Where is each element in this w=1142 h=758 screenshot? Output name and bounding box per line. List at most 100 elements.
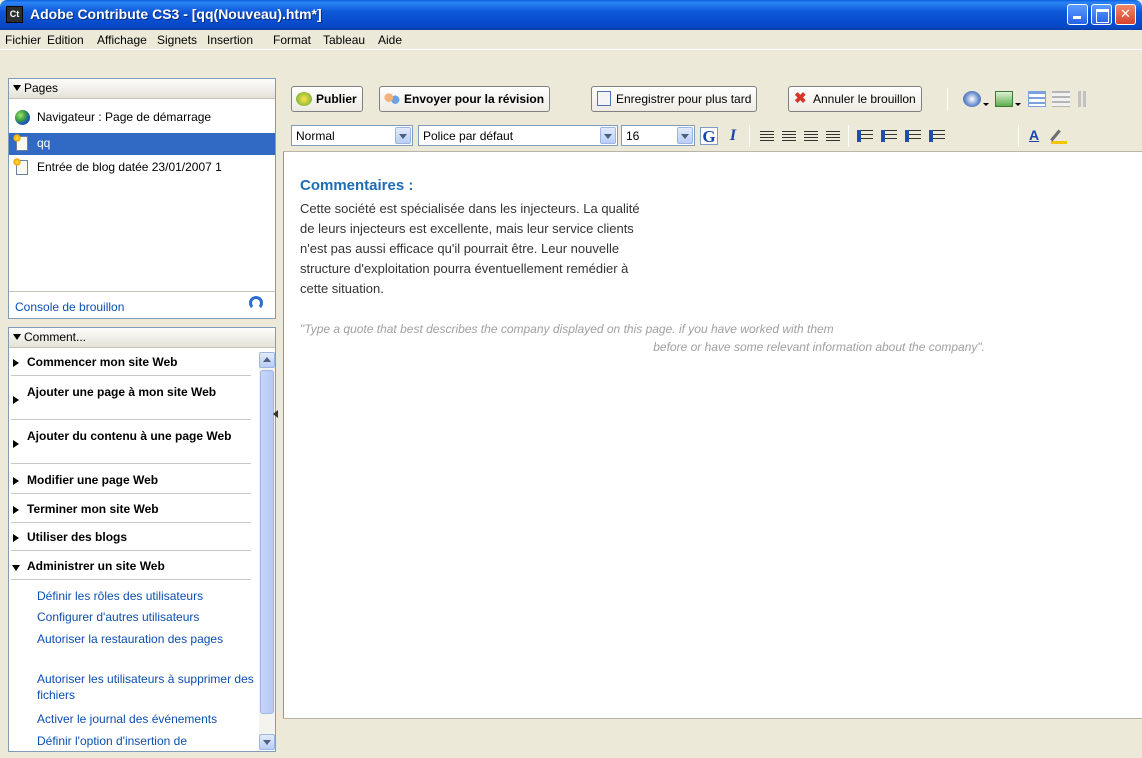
numbered-list-icon[interactable] bbox=[857, 130, 873, 142]
how-section-blogs[interactable]: Utiliser des blogs bbox=[11, 530, 251, 551]
paragraph-style-value: Normal bbox=[296, 129, 335, 143]
section-label: Commencer mon site Web bbox=[27, 355, 178, 369]
link-allow-restore[interactable]: Autoriser la restauration des pages bbox=[37, 631, 257, 647]
save-icon bbox=[597, 91, 611, 106]
quote-line: before or have some relevant information… bbox=[653, 340, 985, 354]
publish-button[interactable]: Publier bbox=[291, 86, 363, 112]
cancel-draft-label: Annuler le brouillon bbox=[813, 92, 916, 106]
highlight-icon[interactable] bbox=[1051, 128, 1067, 144]
expand-arrow-icon bbox=[13, 440, 19, 448]
menu-edition[interactable]: Edition bbox=[47, 33, 84, 47]
bold-button[interactable]: G bbox=[700, 127, 718, 146]
page-item-label: Entrée de blog datée 23/01/2007 1 bbox=[37, 160, 222, 174]
scroll-down-arrow-icon[interactable] bbox=[259, 734, 275, 750]
paragraph-style-select[interactable]: Normal bbox=[291, 125, 413, 146]
new-page-icon bbox=[13, 134, 28, 151]
link-configure-users[interactable]: Configurer d'autres utilisateurs bbox=[37, 609, 257, 625]
how-section-administer[interactable]: Administrer un site Web bbox=[11, 559, 251, 580]
bullet-list-icon[interactable] bbox=[881, 130, 897, 142]
dropdown-arrow-icon[interactable] bbox=[983, 103, 989, 106]
justify-icon[interactable] bbox=[826, 131, 840, 142]
link-define-roles[interactable]: Définir les rôles des utilisateurs bbox=[37, 588, 257, 604]
section-label: Modifier une page Web bbox=[27, 473, 159, 487]
insert-image-icon[interactable] bbox=[995, 91, 1013, 107]
paragraph-line: de leurs injecteurs est excellente, mais… bbox=[300, 221, 634, 236]
format-toolbar: Normal Police par défaut 16 G I A bbox=[283, 120, 1142, 152]
align-right-icon[interactable] bbox=[804, 131, 818, 142]
globe-icon bbox=[15, 110, 30, 125]
insert-table-icon[interactable] bbox=[1028, 91, 1046, 107]
link-allow-delete[interactable]: Autoriser les utilisateurs à supprimer d… bbox=[37, 671, 257, 703]
table-row-icon bbox=[1052, 91, 1070, 107]
maximize-button[interactable] bbox=[1091, 4, 1112, 25]
text-color-icon[interactable]: A bbox=[1029, 127, 1039, 143]
align-left-icon[interactable] bbox=[760, 131, 774, 142]
menu-fichier[interactable]: Fichier bbox=[5, 33, 41, 47]
pages-panel-header[interactable]: Pages bbox=[9, 79, 275, 99]
send-review-label: Envoyer pour la révision bbox=[404, 92, 545, 106]
chevron-down-icon[interactable] bbox=[600, 127, 616, 144]
section-label: Ajouter du contenu à une page Web bbox=[27, 429, 232, 443]
send-review-button[interactable]: Envoyer pour la révision bbox=[379, 86, 551, 112]
how-to-panel-header[interactable]: Comment... bbox=[9, 328, 275, 348]
status-bar bbox=[283, 718, 1142, 758]
page-item-qq[interactable]: qq bbox=[9, 133, 275, 155]
how-section-edit-page[interactable]: Modifier une page Web bbox=[11, 473, 251, 494]
outdent-icon[interactable] bbox=[905, 130, 921, 142]
chevron-down-icon[interactable] bbox=[395, 127, 411, 144]
link-icon[interactable] bbox=[963, 91, 981, 107]
document-heading: Commentaires : bbox=[300, 177, 414, 194]
refresh-icon[interactable] bbox=[249, 296, 263, 310]
cancel-draft-button[interactable]: ✖ Annuler le brouillon bbox=[788, 86, 922, 112]
draft-console-link[interactable]: Console de brouillon bbox=[15, 300, 124, 314]
indent-icon[interactable] bbox=[929, 130, 945, 142]
document-editor[interactable]: Commentaires : Cette société est spécial… bbox=[283, 152, 1142, 718]
collapse-arrow-icon bbox=[12, 565, 20, 571]
font-select[interactable]: Police par défaut bbox=[418, 125, 618, 146]
menu-tableau[interactable]: Tableau bbox=[323, 33, 365, 47]
chevron-down-icon[interactable] bbox=[677, 127, 693, 144]
publish-label: Publier bbox=[316, 92, 357, 106]
menu-insertion[interactable]: Insertion bbox=[207, 33, 253, 47]
pages-panel-title: Pages bbox=[24, 81, 59, 95]
expand-arrow-icon bbox=[13, 359, 19, 367]
scroll-up-arrow-icon[interactable] bbox=[259, 352, 275, 368]
title-bar: Ct Adobe Contribute CS3 - [qq(Nouveau).h… bbox=[0, 0, 1142, 30]
paragraph-line: n'est pas aussi efficace qu'il pourrait … bbox=[300, 241, 620, 256]
section-label: Ajouter une page à mon site Web bbox=[27, 385, 217, 399]
panel-splitter[interactable] bbox=[272, 385, 281, 445]
menu-signets[interactable]: Signets bbox=[157, 33, 197, 47]
font-size-value: 16 bbox=[626, 129, 640, 143]
link-insert-option[interactable]: Définir l'option d'insertion de bbox=[37, 733, 257, 749]
quote-placeholder: "Type a quote that best describes the co… bbox=[300, 320, 1000, 356]
page-item-navigator[interactable]: Navigateur : Page de démarrage bbox=[9, 107, 275, 129]
dropdown-arrow-icon[interactable] bbox=[1015, 103, 1021, 106]
how-section-add-content[interactable]: Ajouter du contenu à une page Web bbox=[11, 427, 251, 464]
menu-aide[interactable]: Aide bbox=[378, 33, 402, 47]
how-section-add-page[interactable]: Ajouter une page à mon site Web bbox=[11, 383, 251, 420]
menu-format[interactable]: Format bbox=[273, 33, 311, 47]
italic-button[interactable]: I bbox=[724, 127, 742, 145]
paragraph-line: structure d'exploitation pourra éventuel… bbox=[300, 261, 629, 276]
close-button[interactable] bbox=[1115, 4, 1136, 25]
how-section-finish-site[interactable]: Terminer mon site Web bbox=[11, 502, 251, 523]
toolbar-separator bbox=[848, 125, 849, 147]
link-event-log[interactable]: Activer le journal des événements bbox=[37, 711, 257, 727]
save-later-button[interactable]: Enregistrer pour plus tard bbox=[591, 86, 758, 112]
collapse-arrow-icon bbox=[13, 85, 21, 91]
expand-arrow-icon bbox=[13, 506, 19, 514]
align-center-icon[interactable] bbox=[782, 131, 796, 142]
section-label: Utiliser des blogs bbox=[27, 530, 128, 544]
how-section-start-site[interactable]: Commencer mon site Web bbox=[11, 355, 251, 376]
contribute-app-icon[interactable]: Ct bbox=[6, 6, 23, 23]
table-column-icon bbox=[1078, 91, 1090, 107]
paragraph-line: cette situation. bbox=[300, 281, 384, 296]
menu-bar: Fichier Edition Affichage Signets Insert… bbox=[0, 30, 1142, 50]
send-review-icon bbox=[384, 92, 400, 106]
page-item-blog-entry[interactable]: Entrée de blog datée 23/01/2007 1 bbox=[9, 157, 275, 179]
font-size-select[interactable]: 16 bbox=[621, 125, 695, 146]
minimize-button[interactable] bbox=[1067, 4, 1088, 25]
section-label: Terminer mon site Web bbox=[27, 502, 159, 516]
document-paragraph: Cette société est spécialisée dans les i… bbox=[300, 199, 760, 299]
menu-affichage[interactable]: Affichage bbox=[97, 33, 147, 47]
